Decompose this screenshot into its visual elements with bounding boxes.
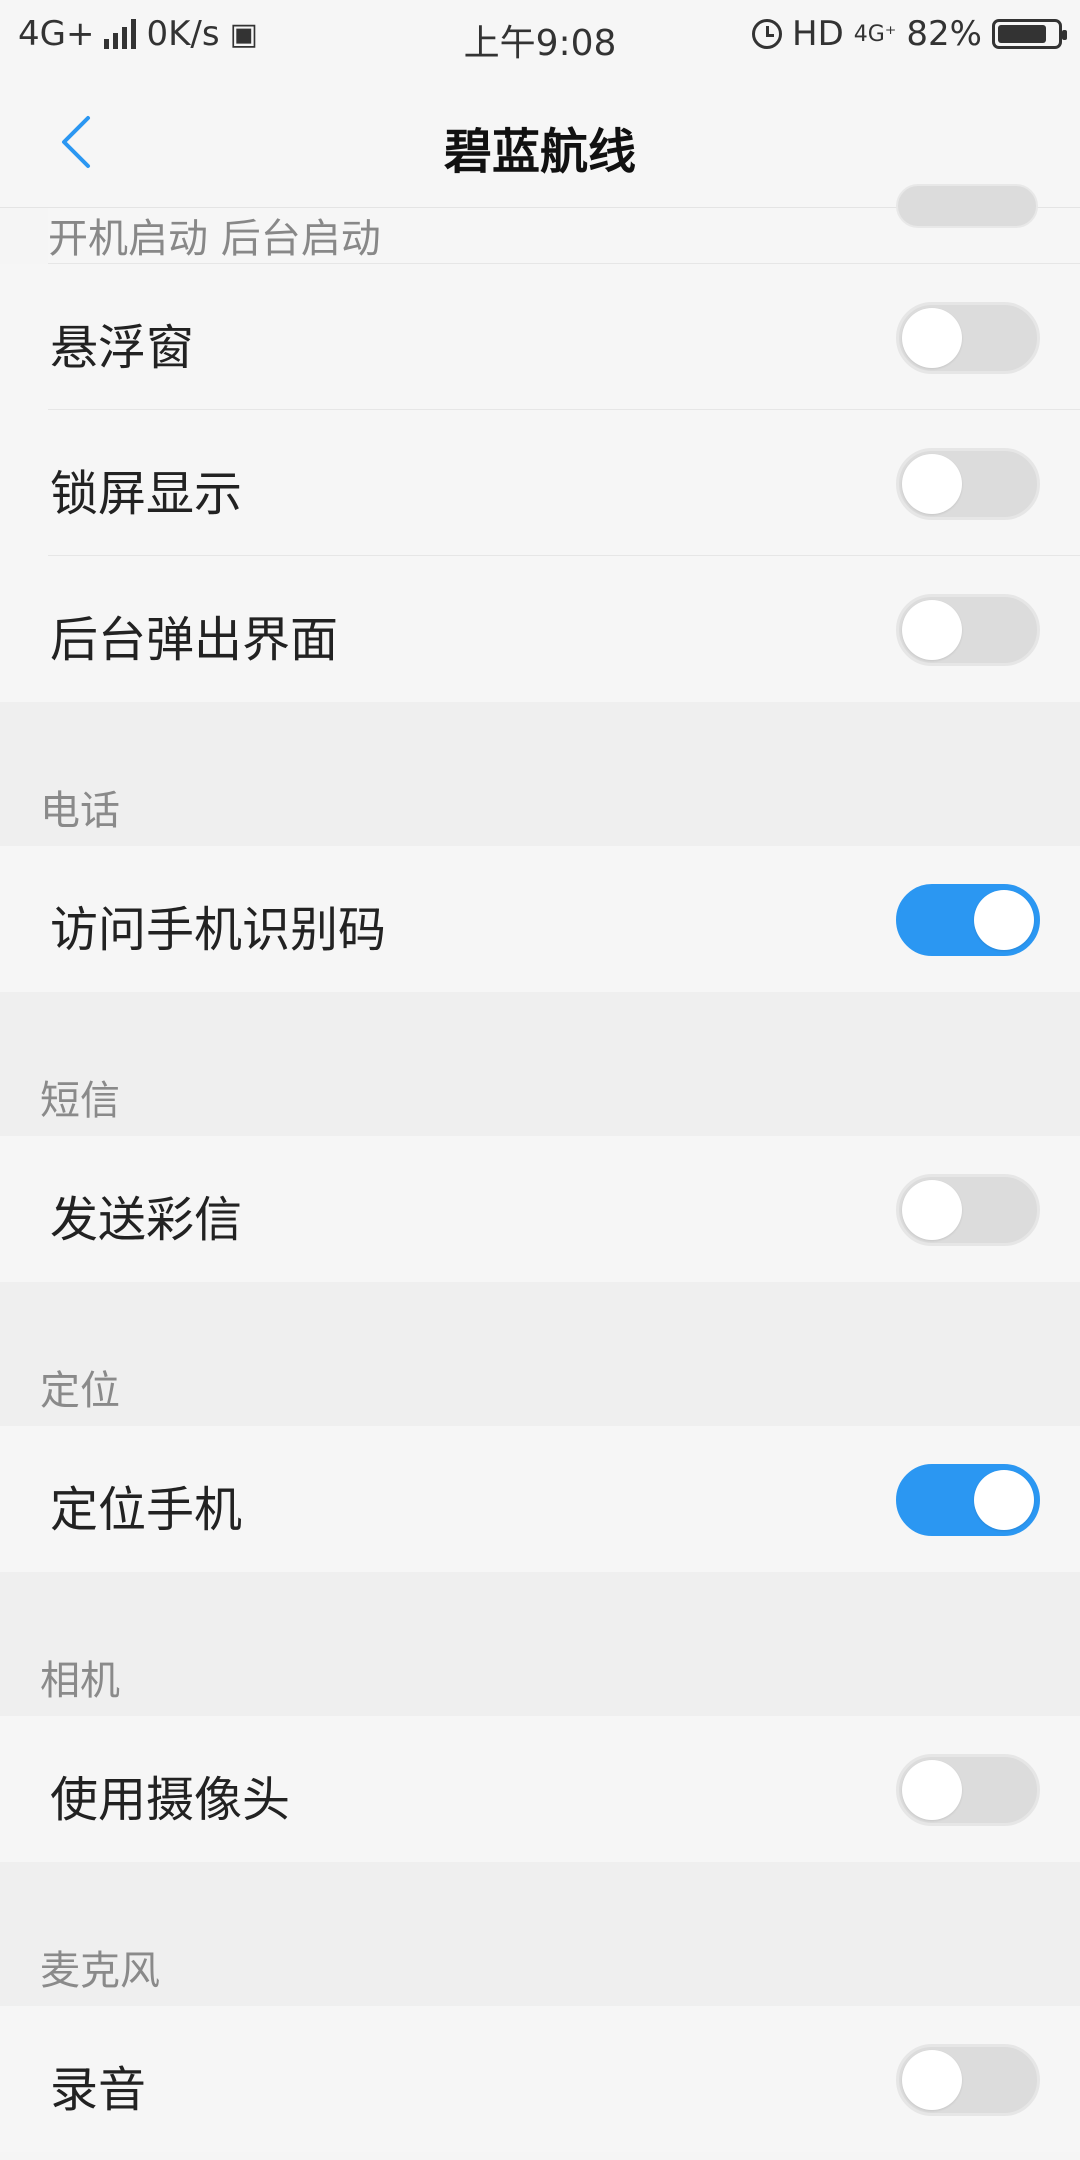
section-title: 短信 [40, 1078, 120, 1124]
toggle-knob [902, 1180, 962, 1240]
toggle-knob [974, 1470, 1034, 1530]
toggle-send-mms[interactable] [896, 1174, 1040, 1246]
toggle-floating-window[interactable] [896, 302, 1040, 374]
toggle-knob [902, 454, 962, 514]
row-label: 发送彩信 [50, 1192, 243, 1248]
section-header-location: 定位 [0, 1282, 1080, 1426]
row-label: 访问手机识别码 [50, 902, 387, 958]
row-send-mms[interactable]: 发送彩信 [0, 1136, 1080, 1282]
network-4g-icon: 4G⁺ [853, 21, 897, 47]
status-bar: 4G+ 0K/s ▣ 上午9:08 HD 4G⁺ 82% [0, 0, 1080, 72]
toggle-record-audio[interactable] [896, 2044, 1040, 2116]
toggle-use-camera[interactable] [896, 1754, 1040, 1826]
row-lockscreen-display[interactable]: 锁屏显示 [0, 410, 1080, 556]
row-background-popup[interactable]: 后台弹出界面 [0, 556, 1080, 702]
battery-icon [992, 19, 1067, 49]
page-title: 碧蓝航线 [443, 124, 636, 180]
row-floating-window[interactable]: 悬浮窗 [0, 264, 1080, 410]
section-header-camera: 相机 [0, 1572, 1080, 1716]
section-header-phone: 电话 [0, 702, 1080, 846]
partial-toggle[interactable] [896, 184, 1038, 228]
toggle-knob [974, 890, 1034, 950]
toggle-background-popup[interactable] [896, 594, 1040, 666]
partial-row-startup: 开机启动 后台启动 [48, 184, 1080, 264]
section-header-sms: 短信 [0, 992, 1080, 1136]
toggle-knob [902, 1760, 962, 1820]
section-title: 电话 [40, 788, 120, 834]
row-record-audio[interactable]: 录音 [0, 2006, 1080, 2152]
toggle-knob [902, 2050, 962, 2110]
row-label: 使用摄像头 [50, 1772, 291, 1828]
row-label: 锁屏显示 [50, 466, 243, 522]
toggle-lockscreen-display[interactable] [896, 448, 1040, 520]
alarm-icon [752, 19, 782, 49]
section-title: 相机 [40, 1658, 120, 1704]
row-label: 后台弹出界面 [50, 612, 339, 668]
toggle-knob [902, 600, 962, 660]
row-label: 录音 [50, 2062, 147, 2118]
section-title: 定位 [40, 1368, 120, 1414]
row-label: 悬浮窗 [50, 320, 195, 376]
partial-row-label: 开机启动 后台启动 [48, 216, 381, 262]
hd-indicator: HD [792, 14, 844, 54]
toggle-phone-imei[interactable] [896, 884, 1040, 956]
row-label: 定位手机 [50, 1482, 243, 1538]
permission-list: 开机启动 后台启动 悬浮窗 锁屏显示 后台弹出界面 电话 访问手机识别码 短信 … [0, 184, 1080, 2152]
row-use-camera[interactable]: 使用摄像头 [0, 1716, 1080, 1862]
section-header-microphone: 麦克风 [0, 1862, 1080, 2006]
row-locate-phone[interactable]: 定位手机 [0, 1426, 1080, 1572]
toggle-locate-phone[interactable] [896, 1464, 1040, 1536]
section-title: 麦克风 [40, 1948, 160, 1994]
status-right: HD 4G⁺ 82% [752, 14, 1067, 54]
toggle-knob [902, 308, 962, 368]
row-phone-imei[interactable]: 访问手机识别码 [0, 846, 1080, 992]
battery-percent: 82% [906, 14, 982, 54]
